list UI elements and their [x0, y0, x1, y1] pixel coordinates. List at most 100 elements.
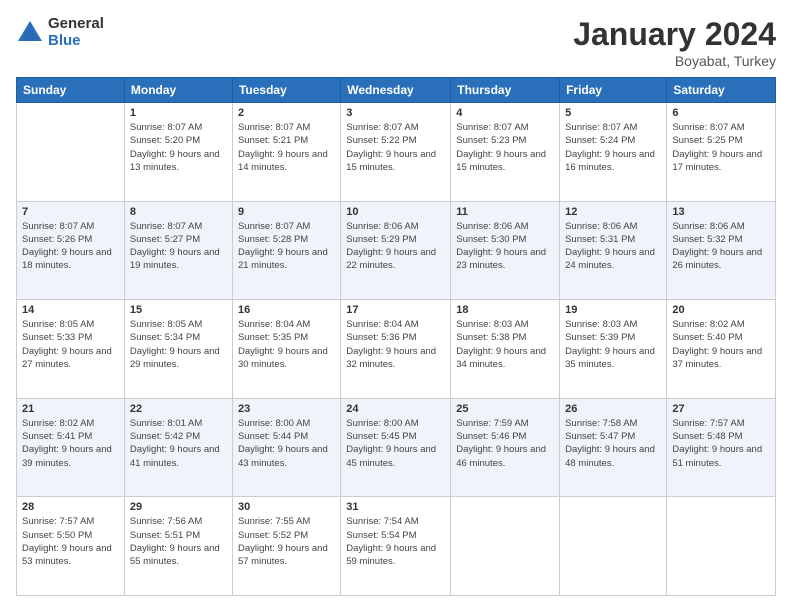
- day-number: 18: [456, 304, 554, 316]
- day-number: 3: [346, 107, 445, 119]
- day-number: 12: [565, 206, 661, 218]
- day-number: 13: [672, 206, 770, 218]
- day-cell: 13 Sunrise: 8:06 AMSunset: 5:32 PMDaylig…: [667, 201, 776, 300]
- calendar-table: SundayMondayTuesdayWednesdayThursdayFrid…: [16, 77, 776, 596]
- day-cell: 30 Sunrise: 7:55 AMSunset: 5:52 PMDaylig…: [232, 497, 340, 596]
- day-info: Sunrise: 8:07 AMSunset: 5:21 PMDaylight:…: [238, 121, 335, 174]
- day-number: 4: [456, 107, 554, 119]
- day-info: Sunrise: 8:06 AMSunset: 5:29 PMDaylight:…: [346, 220, 445, 273]
- day-number: 9: [238, 206, 335, 218]
- calendar-subtitle: Boyabat, Turkey: [573, 53, 776, 69]
- week-row-3: 14 Sunrise: 8:05 AMSunset: 5:33 PMDaylig…: [17, 300, 776, 399]
- day-number: 27: [672, 403, 770, 415]
- day-cell: 28 Sunrise: 7:57 AMSunset: 5:50 PMDaylig…: [17, 497, 125, 596]
- day-number: 16: [238, 304, 335, 316]
- day-cell: 23 Sunrise: 8:00 AMSunset: 5:44 PMDaylig…: [232, 398, 340, 497]
- day-cell: 29 Sunrise: 7:56 AMSunset: 5:51 PMDaylig…: [124, 497, 232, 596]
- day-info: Sunrise: 7:56 AMSunset: 5:51 PMDaylight:…: [130, 515, 227, 568]
- day-number: 31: [346, 501, 445, 513]
- day-info: Sunrise: 8:06 AMSunset: 5:32 PMDaylight:…: [672, 220, 770, 273]
- day-cell: 19 Sunrise: 8:03 AMSunset: 5:39 PMDaylig…: [560, 300, 667, 399]
- day-number: 26: [565, 403, 661, 415]
- day-info: Sunrise: 8:01 AMSunset: 5:42 PMDaylight:…: [130, 417, 227, 470]
- day-number: 20: [672, 304, 770, 316]
- day-info: Sunrise: 8:03 AMSunset: 5:38 PMDaylight:…: [456, 318, 554, 371]
- day-cell: 5 Sunrise: 8:07 AMSunset: 5:24 PMDayligh…: [560, 103, 667, 202]
- day-header-friday: Friday: [560, 78, 667, 103]
- day-cell: 1 Sunrise: 8:07 AMSunset: 5:20 PMDayligh…: [124, 103, 232, 202]
- day-cell: 18 Sunrise: 8:03 AMSunset: 5:38 PMDaylig…: [451, 300, 560, 399]
- day-cell: 7 Sunrise: 8:07 AMSunset: 5:26 PMDayligh…: [17, 201, 125, 300]
- day-info: Sunrise: 8:07 AMSunset: 5:23 PMDaylight:…: [456, 121, 554, 174]
- day-cell: 4 Sunrise: 8:07 AMSunset: 5:23 PMDayligh…: [451, 103, 560, 202]
- day-info: Sunrise: 8:02 AMSunset: 5:41 PMDaylight:…: [22, 417, 119, 470]
- day-cell: 24 Sunrise: 8:00 AMSunset: 5:45 PMDaylig…: [341, 398, 451, 497]
- day-info: Sunrise: 8:07 AMSunset: 5:20 PMDaylight:…: [130, 121, 227, 174]
- day-number: 19: [565, 304, 661, 316]
- day-number: 6: [672, 107, 770, 119]
- day-header-wednesday: Wednesday: [341, 78, 451, 103]
- day-cell: 11 Sunrise: 8:06 AMSunset: 5:30 PMDaylig…: [451, 201, 560, 300]
- day-cell: 20 Sunrise: 8:02 AMSunset: 5:40 PMDaylig…: [667, 300, 776, 399]
- day-header-sunday: Sunday: [17, 78, 125, 103]
- day-number: 23: [238, 403, 335, 415]
- day-info: Sunrise: 7:57 AMSunset: 5:50 PMDaylight:…: [22, 515, 119, 568]
- title-section: January 2024 Boyabat, Turkey: [573, 16, 776, 69]
- day-number: 21: [22, 403, 119, 415]
- day-header-monday: Monday: [124, 78, 232, 103]
- day-cell: 27 Sunrise: 7:57 AMSunset: 5:48 PMDaylig…: [667, 398, 776, 497]
- day-info: Sunrise: 8:04 AMSunset: 5:36 PMDaylight:…: [346, 318, 445, 371]
- day-cell: 6 Sunrise: 8:07 AMSunset: 5:25 PMDayligh…: [667, 103, 776, 202]
- day-number: 17: [346, 304, 445, 316]
- day-number: 24: [346, 403, 445, 415]
- day-cell: 25 Sunrise: 7:59 AMSunset: 5:46 PMDaylig…: [451, 398, 560, 497]
- header: General Blue January 2024 Boyabat, Turke…: [16, 16, 776, 69]
- day-info: Sunrise: 8:03 AMSunset: 5:39 PMDaylight:…: [565, 318, 661, 371]
- logo-blue-label: Blue: [48, 33, 104, 50]
- day-header-tuesday: Tuesday: [232, 78, 340, 103]
- logo: General Blue: [16, 16, 104, 49]
- day-number: 10: [346, 206, 445, 218]
- day-number: 30: [238, 501, 335, 513]
- day-cell: 10 Sunrise: 8:06 AMSunset: 5:29 PMDaylig…: [341, 201, 451, 300]
- day-cell: 21 Sunrise: 8:02 AMSunset: 5:41 PMDaylig…: [17, 398, 125, 497]
- week-row-4: 21 Sunrise: 8:02 AMSunset: 5:41 PMDaylig…: [17, 398, 776, 497]
- day-number: 8: [130, 206, 227, 218]
- day-info: Sunrise: 8:07 AMSunset: 5:26 PMDaylight:…: [22, 220, 119, 273]
- calendar-title: January 2024: [573, 16, 776, 53]
- day-number: 2: [238, 107, 335, 119]
- day-cell: [560, 497, 667, 596]
- day-info: Sunrise: 7:55 AMSunset: 5:52 PMDaylight:…: [238, 515, 335, 568]
- day-number: 11: [456, 206, 554, 218]
- day-info: Sunrise: 8:07 AMSunset: 5:22 PMDaylight:…: [346, 121, 445, 174]
- day-info: Sunrise: 7:59 AMSunset: 5:46 PMDaylight:…: [456, 417, 554, 470]
- day-info: Sunrise: 7:57 AMSunset: 5:48 PMDaylight:…: [672, 417, 770, 470]
- day-header-saturday: Saturday: [667, 78, 776, 103]
- day-cell: 17 Sunrise: 8:04 AMSunset: 5:36 PMDaylig…: [341, 300, 451, 399]
- logo-text: General Blue: [48, 16, 104, 49]
- day-cell: [451, 497, 560, 596]
- day-cell: 31 Sunrise: 7:54 AMSunset: 5:54 PMDaylig…: [341, 497, 451, 596]
- day-number: 29: [130, 501, 227, 513]
- page: General Blue January 2024 Boyabat, Turke…: [0, 0, 792, 612]
- day-number: 5: [565, 107, 661, 119]
- day-info: Sunrise: 8:07 AMSunset: 5:27 PMDaylight:…: [130, 220, 227, 273]
- day-info: Sunrise: 7:54 AMSunset: 5:54 PMDaylight:…: [346, 515, 445, 568]
- day-header-thursday: Thursday: [451, 78, 560, 103]
- day-cell: 8 Sunrise: 8:07 AMSunset: 5:27 PMDayligh…: [124, 201, 232, 300]
- day-cell: 26 Sunrise: 7:58 AMSunset: 5:47 PMDaylig…: [560, 398, 667, 497]
- day-info: Sunrise: 8:06 AMSunset: 5:31 PMDaylight:…: [565, 220, 661, 273]
- day-cell: 22 Sunrise: 8:01 AMSunset: 5:42 PMDaylig…: [124, 398, 232, 497]
- logo-icon: [16, 19, 44, 47]
- logo-general-label: General: [48, 16, 104, 33]
- day-info: Sunrise: 8:04 AMSunset: 5:35 PMDaylight:…: [238, 318, 335, 371]
- day-info: Sunrise: 8:05 AMSunset: 5:33 PMDaylight:…: [22, 318, 119, 371]
- day-number: 7: [22, 206, 119, 218]
- day-cell: [667, 497, 776, 596]
- day-cell: 12 Sunrise: 8:06 AMSunset: 5:31 PMDaylig…: [560, 201, 667, 300]
- day-number: 14: [22, 304, 119, 316]
- week-row-2: 7 Sunrise: 8:07 AMSunset: 5:26 PMDayligh…: [17, 201, 776, 300]
- week-row-1: 1 Sunrise: 8:07 AMSunset: 5:20 PMDayligh…: [17, 103, 776, 202]
- day-number: 25: [456, 403, 554, 415]
- day-info: Sunrise: 7:58 AMSunset: 5:47 PMDaylight:…: [565, 417, 661, 470]
